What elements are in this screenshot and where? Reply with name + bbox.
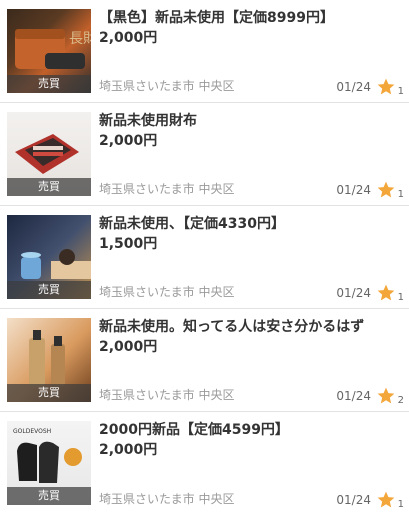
item-location: 埼玉県さいたま市 中央区: [99, 388, 235, 402]
listing-item[interactable]: 売買 新品未使用、【定価4330円】 1,500円 埼玉県さいたま市 中央区 0…: [0, 206, 409, 309]
item-title[interactable]: 【黒色】新品未使用【定価8999円】: [99, 9, 399, 28]
item-location: 埼玉県さいたま市 中央区: [99, 79, 235, 93]
star-icon[interactable]: [376, 386, 396, 406]
item-price: 1,500円: [99, 236, 158, 252]
star-icon[interactable]: [376, 490, 396, 510]
item-info: 新品未使用財布 2,000円 埼玉県さいたま市 中央区 01/24 1: [91, 103, 409, 205]
item-title[interactable]: 新品未使用財布: [99, 112, 399, 131]
listing-item[interactable]: 売買 新品未使用財布 2,000円 埼玉県さいたま市 中央区 01/24 1: [0, 103, 409, 206]
item-thumbnail[interactable]: 売買: [7, 112, 91, 196]
item-location: 埼玉県さいたま市 中央区: [99, 285, 235, 299]
item-date: 01/24: [336, 183, 371, 197]
item-price: 2,000円: [99, 442, 158, 458]
item-info: 新品未使用。知ってる人は安さ分かるはず 2,000円 埼玉県さいたま市 中央区 …: [91, 309, 409, 411]
sold-label: 売買: [7, 75, 91, 93]
sold-label: 売買: [7, 178, 91, 196]
listing-item[interactable]: 長財布 売買 【黒色】新品未使用【定価8999円】 2,000円 埼玉県さいたま…: [0, 0, 409, 103]
item-info: 【黒色】新品未使用【定価8999円】 2,000円 埼玉県さいたま市 中央区 0…: [91, 0, 409, 102]
item-info: 2000円新品【定価4599円】 2,000円 埼玉県さいたま市 中央区 01/…: [91, 412, 409, 512]
star-icon[interactable]: [376, 77, 396, 97]
star-icon[interactable]: [376, 283, 396, 303]
like-count: 2: [397, 395, 404, 406]
listing-item[interactable]: GOLDEVOSH 売買 2000円新品【定価4599円】 2,000円 埼玉県…: [0, 412, 409, 512]
listing-item[interactable]: 売買 新品未使用。知ってる人は安さ分かるはず 2,000円 埼玉県さいたま市 中…: [0, 309, 409, 412]
item-price: 2,000円: [99, 133, 158, 149]
item-title[interactable]: 新品未使用。知ってる人は安さ分かるはず: [99, 318, 399, 337]
like-count: 1: [397, 499, 404, 510]
item-thumbnail[interactable]: 売買: [7, 215, 91, 299]
item-date: 01/24: [336, 389, 371, 403]
item-title[interactable]: 新品未使用、【定価4330円】: [99, 215, 399, 234]
like-count: 1: [397, 292, 404, 303]
item-date: 01/24: [336, 493, 371, 507]
item-date: 01/24: [336, 80, 371, 94]
star-icon[interactable]: [376, 180, 396, 200]
sold-label: 売買: [7, 384, 91, 402]
item-price: 2,000円: [99, 339, 158, 355]
item-price: 2,000円: [99, 30, 158, 46]
item-thumbnail[interactable]: 売買: [7, 318, 91, 402]
like-count: 1: [397, 189, 404, 200]
sold-label: 売買: [7, 487, 91, 505]
item-info: 新品未使用、【定価4330円】 1,500円 埼玉県さいたま市 中央区 01/2…: [91, 206, 409, 308]
item-thumbnail[interactable]: 長財布 売買: [7, 9, 91, 93]
item-title[interactable]: 2000円新品【定価4599円】: [99, 421, 399, 440]
thumb-text: 長財布: [69, 31, 91, 47]
item-thumbnail[interactable]: GOLDEVOSH 売買: [7, 421, 91, 505]
item-date: 01/24: [336, 286, 371, 300]
listing-list: 長財布 売買 【黒色】新品未使用【定価8999円】 2,000円 埼玉県さいたま…: [0, 0, 409, 512]
sold-label: 売買: [7, 281, 91, 299]
thumb-text: GOLDEVOSH: [13, 428, 51, 435]
item-location: 埼玉県さいたま市 中央区: [99, 182, 235, 196]
item-location: 埼玉県さいたま市 中央区: [99, 492, 235, 506]
like-count: 1: [397, 86, 404, 97]
